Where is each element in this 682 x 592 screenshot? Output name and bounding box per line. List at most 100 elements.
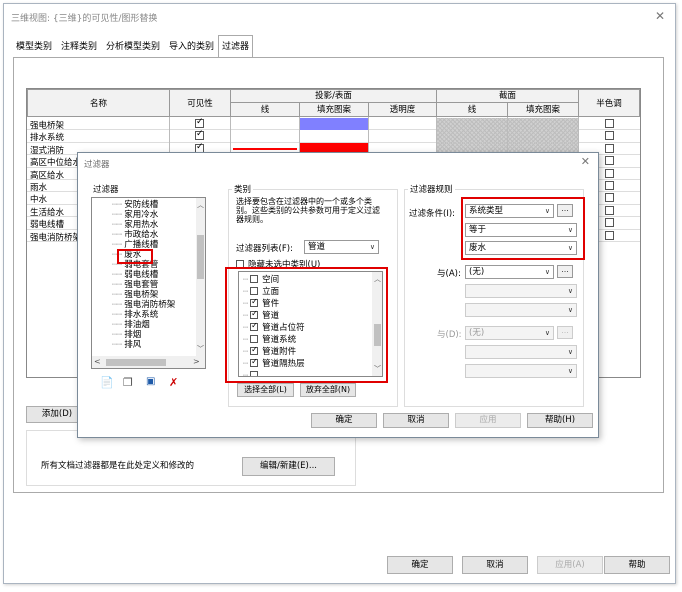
- filter-list-item[interactable]: ┈┈ 家用冷水: [112, 210, 158, 220]
- table-row[interactable]: 排水系统: [27, 129, 640, 144]
- visibility-checkbox[interactable]: [195, 129, 204, 141]
- tab-analytical-model-categories[interactable]: 分析模型类别: [103, 38, 163, 57]
- tree-connector: ┈┈: [112, 330, 123, 340]
- tab-imported-categories[interactable]: 导入的类别: [166, 38, 217, 57]
- projection-fill-swatch[interactable]: [300, 118, 368, 131]
- and1-operator-dropdown[interactable]: ∨: [465, 284, 577, 298]
- scroll-down-icon[interactable]: ﹀: [197, 345, 204, 353]
- header-halftone: 半色调: [578, 89, 640, 117]
- select-all-button[interactable]: 选择全部(L): [237, 383, 294, 397]
- and1-value: (无): [469, 267, 485, 277]
- header-name[interactable]: 名称: [27, 89, 170, 117]
- tree-connector: ┈┈: [112, 290, 123, 300]
- halftone-checkbox[interactable]: [605, 131, 614, 141]
- halftone-checkbox[interactable]: [605, 119, 614, 128]
- and1-more-button[interactable]: ...: [557, 265, 573, 278]
- and1-value-field[interactable]: ∨: [465, 303, 577, 317]
- halftone-checkbox[interactable]: [605, 181, 614, 190]
- halftone-checkbox[interactable]: [605, 205, 614, 215]
- filter-name: 雨水: [30, 183, 48, 193]
- rename-filter-icon[interactable]: ▣: [146, 376, 155, 387]
- table-row[interactable]: 强电桥架: [27, 117, 640, 131]
- filter-list-item[interactable]: ┈┈ 排油烟: [112, 320, 150, 330]
- and2-more-button[interactable]: ...: [557, 326, 573, 339]
- rules-group-label: 过滤器规则: [408, 183, 455, 195]
- filter-name: 排水系统: [30, 133, 65, 144]
- help-button[interactable]: 帮助: [604, 556, 670, 574]
- tab-annotation-categories[interactable]: 注释类别: [58, 38, 100, 57]
- filter-list-item[interactable]: ┈┈ 市政给水: [112, 230, 158, 240]
- duplicate-filter-icon[interactable]: ❐: [123, 376, 133, 389]
- filter-list-dropdown[interactable]: 管道 ∨: [304, 240, 379, 254]
- filter-list-value: 管道: [308, 242, 326, 252]
- halftone-checkbox[interactable]: [605, 143, 614, 153]
- halftone-checkbox[interactable]: [605, 168, 614, 178]
- ok-button[interactable]: 确定: [387, 556, 453, 574]
- tab-filters[interactable]: 过滤器: [218, 35, 254, 57]
- header-visibility[interactable]: 可见性: [169, 89, 231, 117]
- filter-list-item[interactable]: ┈┈ 强电桥架: [112, 290, 158, 300]
- scroll-left-icon[interactable]: <: [94, 358, 101, 366]
- new-filter-icon[interactable]: 📄: [100, 376, 114, 389]
- dialog-ok-button[interactable]: 确定: [311, 413, 377, 428]
- dialog-apply-button[interactable]: 应用: [455, 413, 521, 428]
- dialog-cancel-button[interactable]: 取消: [383, 413, 449, 428]
- halftone-checkbox[interactable]: [605, 156, 614, 166]
- filter-name: 强电桥架: [30, 121, 65, 131]
- delete-filter-icon[interactable]: ✗: [169, 376, 178, 389]
- header-cut-line: 线: [436, 102, 508, 117]
- tab-model-categories[interactable]: 模型类别: [13, 38, 55, 57]
- scroll-right-icon[interactable]: >: [193, 358, 200, 366]
- chevron-down-icon: ∨: [567, 287, 573, 295]
- dialog-help-button[interactable]: 帮助(H): [527, 413, 593, 428]
- tree-connector: ┈┈: [112, 200, 123, 210]
- filter-list-item[interactable]: ┈┈ 排水系统: [112, 310, 158, 320]
- filter-list-item-label: 排油烟: [124, 320, 150, 330]
- chevron-down-icon: ∨: [567, 367, 573, 375]
- filter-list-item[interactable]: ┈┈ 排烟: [112, 330, 141, 340]
- halftone-checkbox[interactable]: [605, 193, 614, 203]
- projection-line-swatch[interactable]: [233, 147, 297, 150]
- window-title: 三维视图: {三维}的可见性/图形替换: [11, 14, 158, 24]
- chevron-down-icon: ∨: [369, 243, 375, 251]
- header-cut-fill: 填充图案: [507, 102, 579, 117]
- and2-operator-dropdown[interactable]: ∨: [465, 345, 577, 359]
- deselect-all-button[interactable]: 放弃全部(N): [300, 383, 356, 397]
- apply-button[interactable]: 应用(A): [537, 556, 603, 574]
- filter-list-item[interactable]: ┈┈ 家用热水: [112, 220, 158, 230]
- filters-tree[interactable]: ┈┈ 安防线槽 ┈┈ 家用冷水 ┈┈ 家用热水 ┈┈ 市政给水 ┈┈ 广播线槽 ┈┈ 废水 ┈┈ 弱电套管…: [91, 197, 206, 369]
- tree-connector: ┈┈: [112, 340, 123, 350]
- filters-hscroll[interactable]: < >: [92, 356, 205, 368]
- close-icon[interactable]: ✕: [655, 9, 665, 23]
- filter-list-item[interactable]: ┈┈ 强电消防桥架: [112, 300, 175, 310]
- tree-connector: ┈┈: [112, 270, 123, 280]
- edit-new-button[interactable]: 编辑/新建(E)...: [242, 457, 335, 476]
- filter-list-item[interactable]: ┈┈ 强电套管: [112, 280, 158, 290]
- filter-name: 湿式消防: [30, 145, 65, 156]
- filter-list-item-label: 弱电线槽: [124, 270, 159, 280]
- filter-list-item[interactable]: ┈┈ 弱电线槽: [112, 270, 158, 280]
- and2-value-field[interactable]: ∨: [465, 364, 577, 378]
- and2-parameter-dropdown[interactable]: (无) ∨: [465, 326, 554, 340]
- and2-label: 与(D):: [437, 330, 462, 340]
- filter-list-item[interactable]: ┈┈ 排风: [112, 340, 141, 350]
- filters-vscroll[interactable]: ︿ ﹀: [196, 198, 205, 356]
- filters-group-label: 过滤器: [91, 183, 121, 195]
- filter-list-label: 过滤器列表(F):: [236, 244, 293, 254]
- filter-list-item[interactable]: ┈┈ 安防线槽: [112, 200, 158, 210]
- filter-list-item-label: 强电桥架: [124, 290, 159, 300]
- filters-vscroll-thumb[interactable]: [197, 235, 204, 279]
- halftone-checkbox[interactable]: [605, 218, 614, 228]
- filters-hscroll-thumb[interactable]: [106, 359, 166, 366]
- halftone-checkbox[interactable]: [605, 230, 614, 240]
- categories-description: 选择要包含在过滤器中的一个或多个类别。这些类别的公共参数可用于定义过滤器规则。: [236, 197, 380, 224]
- and1-parameter-dropdown[interactable]: (无) ∨: [465, 265, 554, 279]
- filter-dialog: 过滤器 ✕ 过滤器 ┈┈ 安防线槽 ┈┈ 家用冷水 ┈┈ 家用热水 ┈┈ 市政给水 ┈┈ 广播线槽…: [77, 152, 599, 438]
- close-icon[interactable]: ✕: [581, 155, 590, 168]
- tree-connector: ┈┈: [112, 280, 123, 290]
- visibility-checkbox[interactable]: [195, 117, 204, 128]
- tree-connector: ┈┈: [112, 230, 123, 240]
- scroll-up-icon[interactable]: ︿: [197, 201, 204, 209]
- cancel-button[interactable]: 取消: [462, 556, 528, 574]
- filter-list-item-label: 排水系统: [124, 310, 159, 320]
